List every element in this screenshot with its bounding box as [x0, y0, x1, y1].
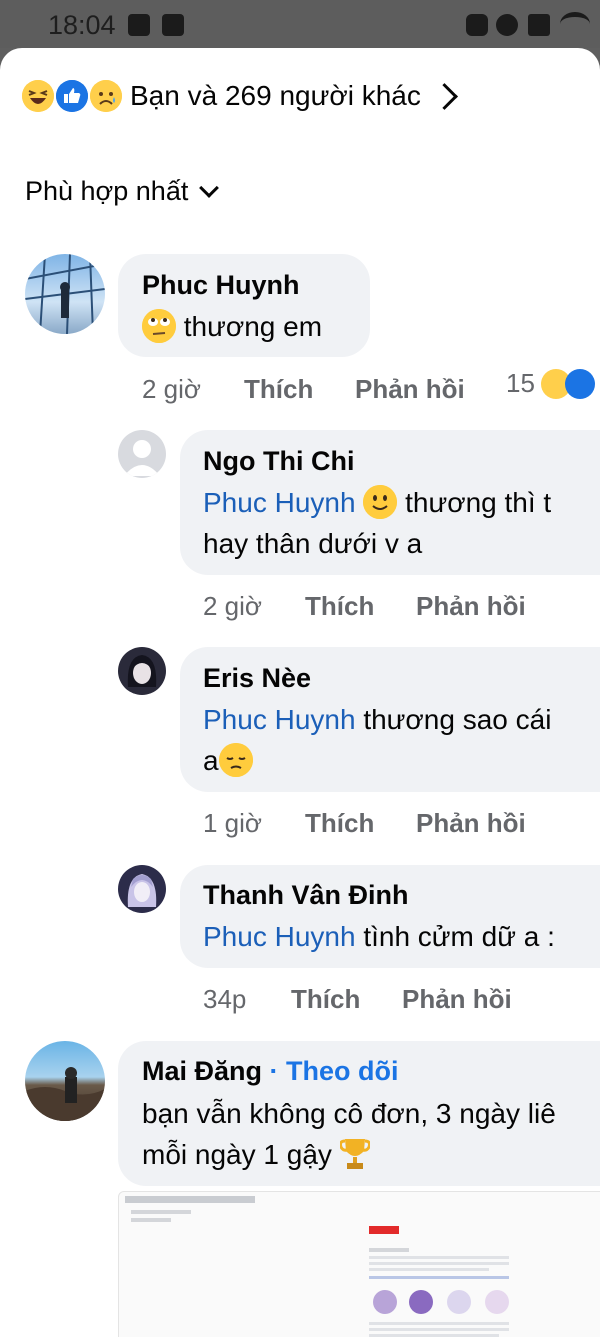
comment-text-line: a [203, 740, 253, 781]
comment-author[interactable]: Thanh Vân Đinh [203, 880, 409, 911]
image-icon [128, 14, 150, 36]
sad-reaction-icon [90, 80, 122, 112]
avatar[interactable] [25, 1041, 105, 1121]
reply-button[interactable]: Phản hồi [416, 808, 526, 839]
checkbox-icon [162, 14, 184, 36]
reply-button[interactable]: Phản hồi [416, 591, 526, 622]
comment-time: 34p [203, 984, 247, 1014]
like-reaction-icon [564, 368, 595, 399]
like-reaction-icon [56, 80, 88, 112]
sort-dropdown[interactable]: Phù hợp nhất [25, 176, 220, 207]
reactions-summary-text: Bạn và 269 người khác [130, 80, 421, 111]
reaction-count: 15 [506, 368, 535, 398]
comment-text: thương em [142, 306, 322, 347]
comments-sheet: Bạn và 269 người khác Phù hợp nhất Phuc … [0, 48, 600, 1337]
alarm-icon [496, 14, 518, 36]
mention-link[interactable]: Phuc Huynh [203, 704, 356, 735]
comment-text: bạn vẫn không cô đơn, 3 ngày liê [142, 1098, 556, 1129]
comment-text: Phuc Huynh tình cửm dữ a : [203, 921, 555, 952]
reply-button[interactable]: Phản hồi [355, 374, 465, 405]
haha-reaction-icon [22, 80, 54, 112]
comment-time: 1 giờ [203, 808, 262, 838]
chevron-right-icon [430, 82, 458, 110]
like-button[interactable]: Thích [305, 808, 374, 839]
clock: 18:04 [48, 10, 116, 40]
attached-image[interactable] [118, 1191, 600, 1337]
comment-text-line: hay thân dưới v a [203, 528, 423, 559]
reply-button[interactable]: Phản hồi [402, 984, 512, 1015]
avatar[interactable] [118, 647, 166, 695]
comment-time: 2 giờ [142, 374, 201, 404]
pensive-emoji-icon [218, 742, 253, 777]
wifi-icon [560, 12, 590, 41]
like-button[interactable]: Thích [291, 984, 360, 1015]
follow-button[interactable]: Theo dõi [286, 1056, 398, 1086]
comment-reactions[interactable]: 15 [506, 368, 595, 399]
comment-text-line: mỗi ngày 1 gậy [142, 1134, 371, 1175]
like-button[interactable]: Thích [244, 374, 313, 405]
comment-author[interactable]: Mai Đăng [142, 1056, 262, 1086]
comment-author[interactable]: Eris Nèe [203, 663, 311, 694]
sort-label: Phù hợp nhất [25, 176, 189, 206]
comment-time: 2 giờ [203, 591, 262, 621]
smile-emoji-icon [363, 484, 398, 519]
comment-author[interactable]: Phuc Huynh [142, 270, 300, 301]
trophy-emoji-icon [338, 1137, 371, 1171]
comment-text: Phuc Huynh thương sao cái [203, 704, 552, 735]
chevron-down-icon [199, 177, 220, 198]
mute-icon [528, 14, 550, 36]
avatar[interactable] [118, 430, 166, 478]
comment-header: Mai Đăng · Theo dõi [142, 1056, 399, 1087]
mention-link[interactable]: Phuc Huynh [203, 921, 356, 952]
comment-author[interactable]: Ngo Thi Chi [203, 446, 354, 477]
avatar[interactable] [25, 254, 105, 334]
avatar[interactable] [118, 865, 166, 913]
separator-dot: · [269, 1056, 279, 1086]
like-button[interactable]: Thích [305, 591, 374, 622]
reactions-summary[interactable]: Bạn và 269 người khác [22, 78, 458, 114]
status-bar: 18:04 [0, 0, 600, 48]
comment-text: Phuc Huynh thương thì t [203, 482, 551, 523]
eye-roll-emoji-icon [142, 308, 176, 343]
mention-link[interactable]: Phuc Huynh [203, 487, 356, 518]
battery-saver-icon [466, 14, 488, 36]
